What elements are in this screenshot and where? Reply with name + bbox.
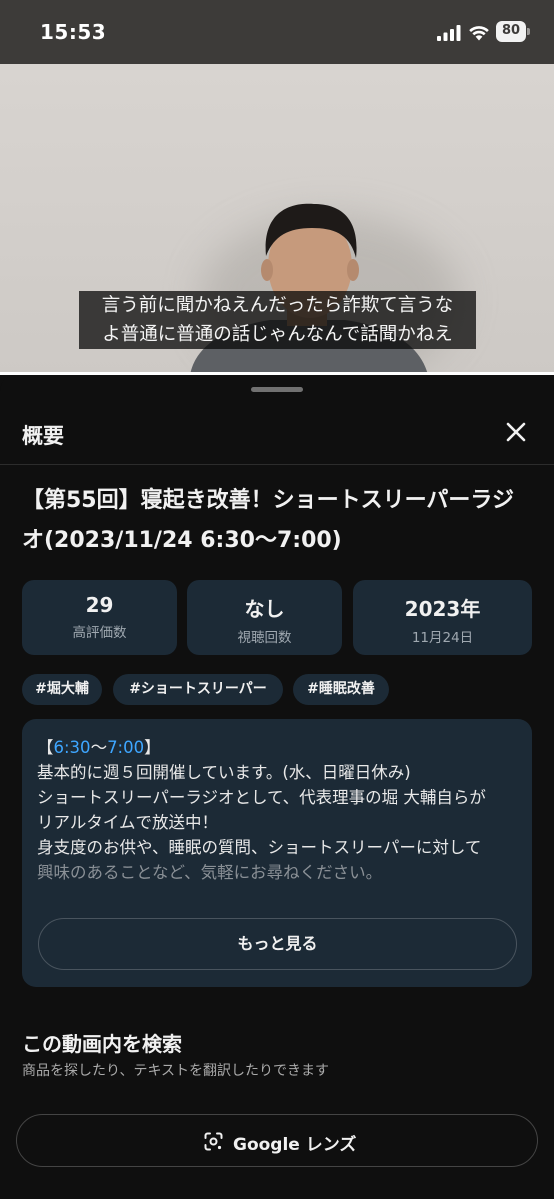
description-line: ショートスリーパーラジオとして、代表理事の堀 大輔自らが [37, 788, 486, 807]
description-card: 【6:30〜7:00】 基本的に週５回開催しています。(水、日曜日休み) ショー… [22, 719, 532, 987]
wifi-icon [469, 26, 489, 41]
hashtag-chip[interactable]: #ショートスリーパー [113, 674, 283, 705]
hashtag-chip[interactable]: #堀大輔 [22, 674, 102, 705]
description-line: 身支度のお供や、睡眠の質問、ショートスリーパーに対して [37, 838, 482, 857]
description-sheet: 概要 【第55回】寝起き改善！ショートスリーパーラジオ(2023/11/24 6… [0, 375, 554, 1199]
search-section-subtitle: 商品を探したり、テキストを翻訳したりできます [22, 1063, 330, 1079]
sheet-title: 概要 [22, 424, 64, 448]
hashtag-chip[interactable]: #睡眠改善 [293, 674, 389, 705]
description-line: 興味のあることなど、気軽にお尋ねください。 [37, 863, 383, 882]
stat-value: 2023年 [404, 597, 481, 621]
google-lens-button[interactable]: Google レンズ [16, 1114, 538, 1167]
cellular-signal-icon [437, 25, 461, 41]
status-time: 15:53 [40, 20, 107, 44]
drag-handle[interactable] [251, 387, 303, 392]
google-lens-icon [204, 1132, 223, 1151]
timestamp-link[interactable]: 6:30 [54, 738, 91, 757]
caption-line: 言う前に聞かねえんだったら詐欺て言うな [101, 295, 454, 316]
battery-level: 80 [501, 23, 521, 38]
description-text: 【6:30〜7:00】 基本的に週５回開催しています。(水、日曜日休み) ショー… [37, 735, 527, 885]
stat-date: 2023年 11月24日 [353, 580, 532, 655]
description-line: 基本的に週５回開催しています。(水、日曜日休み) [37, 763, 411, 782]
stat-likes: 29 高評価数 [22, 580, 177, 655]
timestamp-link[interactable]: 7:00 [107, 738, 144, 757]
stat-label: 視聴回数 [237, 630, 292, 646]
video-caption: 言う前に聞かねえんだったら詐欺て言うな よ普通に普通の話じゃんなんで話聞かねえ [79, 291, 476, 349]
stat-label: 11月24日 [411, 630, 474, 646]
stat-value: なし [244, 597, 285, 621]
show-more-button[interactable]: もっと見る [38, 918, 517, 970]
caption-line: よ普通に普通の話じゃんなんで話聞かねえ [102, 324, 453, 345]
video-title: 【第55回】寝起き改善！ショートスリーパーラジオ(2023/11/24 6:30… [22, 488, 514, 553]
close-icon[interactable] [503, 419, 529, 445]
stat-label: 高評価数 [72, 625, 127, 641]
search-section-title: この動画内を検索 [22, 1032, 182, 1056]
stat-value: 29 [85, 593, 114, 617]
status-bar: 15:53 80 [0, 0, 554, 64]
description-line: リアルタイムで放送中！ [37, 813, 219, 832]
stat-views: なし 視聴回数 [187, 580, 342, 655]
google-lens-label: Google レンズ [233, 1135, 357, 1155]
battery-icon: 80 [496, 21, 530, 42]
video-player[interactable]: 言う前に聞かねえんだったら詐欺て言うな よ普通に普通の話じゃんなんで話聞かねえ [0, 64, 554, 375]
divider [0, 464, 554, 465]
stats-row: 29 高評価数 なし 視聴回数 2023年 11月24日 [22, 580, 532, 655]
